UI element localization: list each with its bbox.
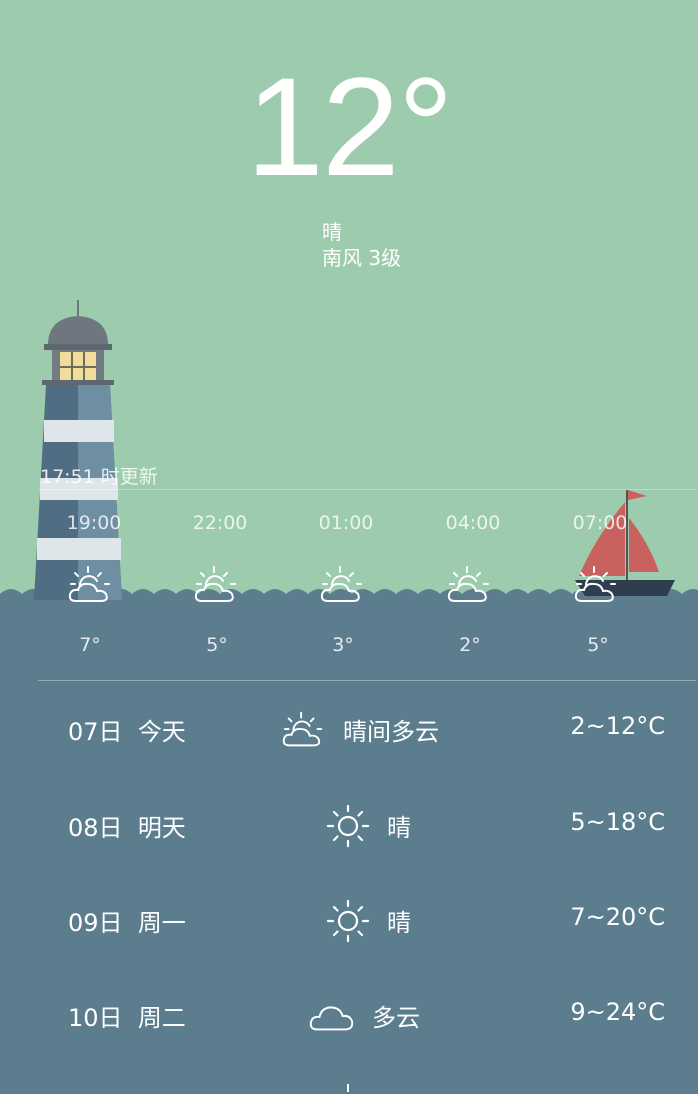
sun-icon [347,1084,349,1092]
current-wind: 南风 3级 [322,246,402,270]
daily-top-divider [38,680,696,681]
day-temperature-range: 9~24°C [570,998,665,1026]
day-weekday: 明天 [137,814,186,842]
day-weekday: 今天 [137,718,186,746]
update-time: 17:51 时更新 [40,466,158,488]
sun-icon [326,804,370,848]
partly-cloudy-icon [447,566,489,602]
day-description: 多云 [372,1004,420,1032]
partly-cloudy-icon [282,711,323,747]
day-date: 10日 [68,1004,123,1032]
hour-temperature: 5° [206,634,228,656]
partly-cloudy-icon [320,566,362,602]
lighthouse-illustration [34,300,122,600]
hour-temperature: 5° [587,634,609,656]
day-date: 07日 [68,718,123,746]
hour-time: 19:00 [66,512,122,534]
hour-temperature: 2° [459,634,481,656]
partly-cloudy-icon [194,566,236,602]
hour-time: 04:00 [445,512,501,534]
hour-temperature: 7° [79,634,101,656]
day-description: 晴间多云 [343,718,439,746]
hourly-top-divider [38,489,696,490]
day-weekday: 周一 [137,909,186,937]
hour-temperature: 3° [332,634,354,656]
hour-time: 07:00 [572,512,628,534]
day-date: 08日 [68,814,123,842]
sun-icon [326,899,370,943]
day-date: 09日 [68,909,123,937]
day-temperature-range: 5~18°C [570,808,665,836]
day-description: 晴 [387,909,411,937]
hour-time: 22:00 [192,512,248,534]
day-temperature-range: 2~12°C [570,712,665,740]
current-condition: 晴 [322,220,342,244]
cloud-icon [309,1006,354,1031]
partly-cloudy-icon [574,566,616,602]
partly-cloudy-icon [68,566,110,602]
hour-time: 01:00 [318,512,374,534]
day-description: 晴 [387,814,411,842]
day-weekday: 周二 [137,1004,186,1032]
current-temperature: 12° [246,48,454,205]
day-temperature-range: 7~20°C [570,903,665,931]
